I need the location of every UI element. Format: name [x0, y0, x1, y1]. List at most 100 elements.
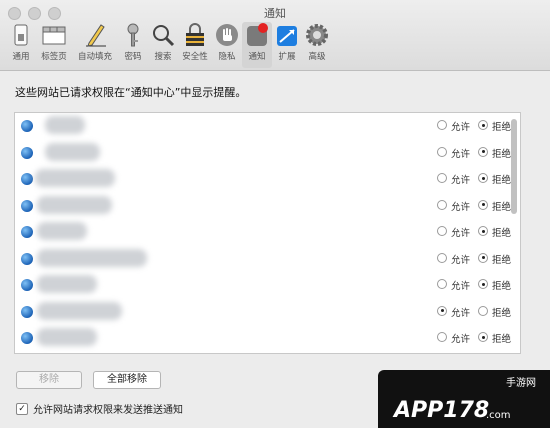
- redacted-site-name: [45, 142, 100, 161]
- remove-all-button[interactable]: 全部移除: [93, 371, 161, 389]
- allow-label: 允许: [451, 281, 471, 292]
- table-row: 允许 拒绝: [15, 325, 520, 352]
- table-row: 允许 拒绝: [15, 219, 520, 246]
- allow-radio[interactable]: [437, 199, 447, 210]
- tab-label: 扩展: [278, 52, 296, 62]
- tab-label: 通用: [12, 52, 30, 62]
- globe-icon: [21, 199, 33, 212]
- puzzle-icon: [274, 22, 300, 48]
- preferences-toolbar: 通用 标签页 自动填充 密码 搜索 安全性 隐私 通知 扩展 高级: [6, 22, 332, 68]
- lock-icon: [182, 22, 208, 48]
- globe-icon: [21, 252, 33, 265]
- tab-security[interactable]: 安全性: [178, 22, 212, 68]
- magnifier-icon: [150, 22, 176, 48]
- redacted-site-name: [35, 169, 115, 187]
- key-icon: [120, 22, 146, 48]
- deny-label: 拒绝: [492, 175, 512, 186]
- tabs-icon: [41, 22, 67, 48]
- tab-label: 搜索: [154, 52, 172, 62]
- hand-icon: [214, 22, 240, 48]
- allow-label: 允许: [451, 307, 471, 319]
- allow-label: 允许: [451, 148, 471, 160]
- switch-icon: [8, 22, 34, 48]
- remove-button[interactable]: 移除: [16, 371, 82, 389]
- deny-radio[interactable]: [478, 120, 488, 130]
- tab-label: 标签页: [41, 52, 67, 62]
- deny-label: 拒绝: [492, 307, 512, 319]
- globe-icon: [21, 279, 33, 291]
- deny-label: 拒绝: [492, 122, 512, 133]
- push-permission-checkbox[interactable]: ✓: [16, 402, 28, 415]
- deny-radio[interactable]: [478, 199, 488, 210]
- allow-label: 允许: [451, 254, 471, 266]
- window-title: 通知: [264, 7, 286, 20]
- tab-label: 通知: [248, 52, 266, 62]
- redacted-site-name: [37, 195, 112, 214]
- allow-radio[interactable]: [437, 120, 447, 130]
- gear-icon: [304, 22, 330, 48]
- tab-label: 安全性: [182, 52, 208, 62]
- table-row: 允许 拒绝: [15, 193, 520, 220]
- tab-label: 隐私: [218, 52, 236, 62]
- tab-general[interactable]: 通用: [6, 22, 36, 68]
- table-row: 允许 拒绝: [15, 299, 520, 326]
- redacted-site-name: [45, 116, 85, 134]
- scrollbar[interactable]: [511, 119, 517, 214]
- deny-radio[interactable]: [478, 226, 488, 236]
- notification-icon: [244, 22, 270, 48]
- globe-icon: [21, 332, 33, 344]
- allow-radio[interactable]: [437, 146, 447, 157]
- title-bar: 通知 通用 标签页 自动填充 密码 搜索 安全性 隐私 通知 扩展 高级: [0, 0, 550, 71]
- deny-label: 拒绝: [492, 148, 512, 160]
- allow-radio[interactable]: [437, 252, 447, 263]
- deny-label: 拒绝: [492, 334, 512, 345]
- tab-search[interactable]: 搜索: [148, 22, 178, 68]
- tab-passwords[interactable]: 密码: [118, 22, 148, 68]
- tab-advanced[interactable]: 高级: [302, 22, 332, 68]
- allow-radio[interactable]: [437, 332, 447, 342]
- watermark-logo: 手游网 APP178 .com: [378, 370, 550, 428]
- watermark-text: APP178: [394, 398, 490, 423]
- globe-icon: [21, 120, 33, 132]
- table-row: 允许 拒绝: [15, 246, 520, 273]
- deny-radio[interactable]: [478, 146, 488, 157]
- redacted-site-name: [37, 301, 122, 320]
- tab-autofill[interactable]: 自动填充: [72, 22, 118, 68]
- deny-radio[interactable]: [478, 332, 488, 342]
- site-permission-list[interactable]: 允许 拒绝 允许 拒绝 允许 拒绝 允许 拒绝 允许 拒绝 允许 拒绝 允许 拒绝 允许 拒绝 允许 拒绝: [14, 112, 521, 354]
- tab-extensions[interactable]: 扩展: [272, 22, 302, 68]
- tab-label: 自动填充: [77, 52, 112, 62]
- redacted-site-name: [37, 222, 87, 240]
- tab-tabs[interactable]: 标签页: [36, 22, 72, 68]
- tab-privacy[interactable]: 隐私: [212, 22, 242, 68]
- redacted-site-name: [37, 248, 147, 267]
- allow-radio[interactable]: [437, 226, 447, 236]
- redacted-site-name: [37, 328, 97, 346]
- deny-label: 拒绝: [492, 281, 512, 292]
- globe-icon: [21, 305, 33, 318]
- allow-label: 允许: [451, 201, 471, 213]
- deny-radio[interactable]: [478, 279, 488, 289]
- deny-radio[interactable]: [478, 173, 488, 183]
- deny-label: 拒绝: [492, 228, 512, 239]
- deny-label: 拒绝: [492, 201, 512, 213]
- push-permission-option[interactable]: ✓ 允许网站请求权限来发送推送通知: [16, 401, 183, 416]
- table-row: 允许 拒绝: [15, 113, 520, 140]
- deny-radio[interactable]: [478, 252, 488, 263]
- globe-icon: [21, 146, 33, 159]
- redacted-site-name: [37, 275, 97, 293]
- allow-radio[interactable]: [437, 173, 447, 183]
- watermark-domain: .com: [486, 410, 511, 421]
- pencil-icon: [82, 22, 108, 48]
- allow-radio[interactable]: [437, 305, 447, 316]
- deny-label: 拒绝: [492, 254, 512, 266]
- allow-label: 允许: [451, 122, 471, 133]
- allow-label: 允许: [451, 175, 471, 186]
- table-row: 允许 拒绝: [15, 140, 520, 167]
- allow-label: 允许: [451, 334, 471, 345]
- watermark-sub: 手游网: [506, 378, 536, 389]
- deny-radio[interactable]: [478, 305, 488, 316]
- tab-notifications[interactable]: 通知: [242, 22, 272, 68]
- globe-icon: [21, 226, 33, 238]
- allow-radio[interactable]: [437, 279, 447, 289]
